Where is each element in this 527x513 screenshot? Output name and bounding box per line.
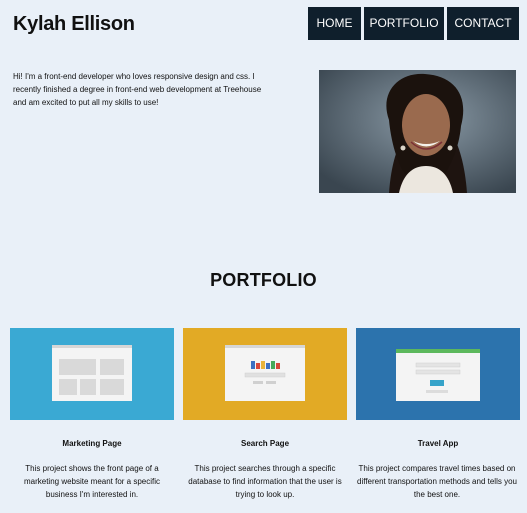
nav-portfolio-link[interactable]: PORTFOLIO xyxy=(364,7,444,40)
site-title: Kylah Ellison xyxy=(13,13,135,35)
intro-text: Hi! I'm a front-end developer who loves … xyxy=(13,72,262,107)
project-desc-search: This project searches through a specific… xyxy=(188,464,342,499)
project-desc-marketing: This project shows the front page of a m… xyxy=(23,464,161,499)
nav-home-link[interactable]: HOME xyxy=(308,7,361,40)
travel-app-thumbnail[interactable] xyxy=(356,328,520,420)
project-title-search: Search Page xyxy=(240,439,290,448)
portfolio-heading: PORTFOLIO xyxy=(210,270,317,290)
main-nav: HOME PORTFOLIO CONTACT xyxy=(308,7,519,40)
project-desc-travel: This project compares travel times based… xyxy=(357,464,517,499)
nav-contact-link[interactable]: CONTACT xyxy=(447,7,519,40)
project-title-travel: Travel App xyxy=(417,439,459,448)
project-title-marketing: Marketing Page xyxy=(62,439,122,448)
profile-photo xyxy=(319,70,516,193)
marketing-page-thumbnail[interactable] xyxy=(10,328,174,420)
search-page-thumbnail[interactable] xyxy=(183,328,347,420)
